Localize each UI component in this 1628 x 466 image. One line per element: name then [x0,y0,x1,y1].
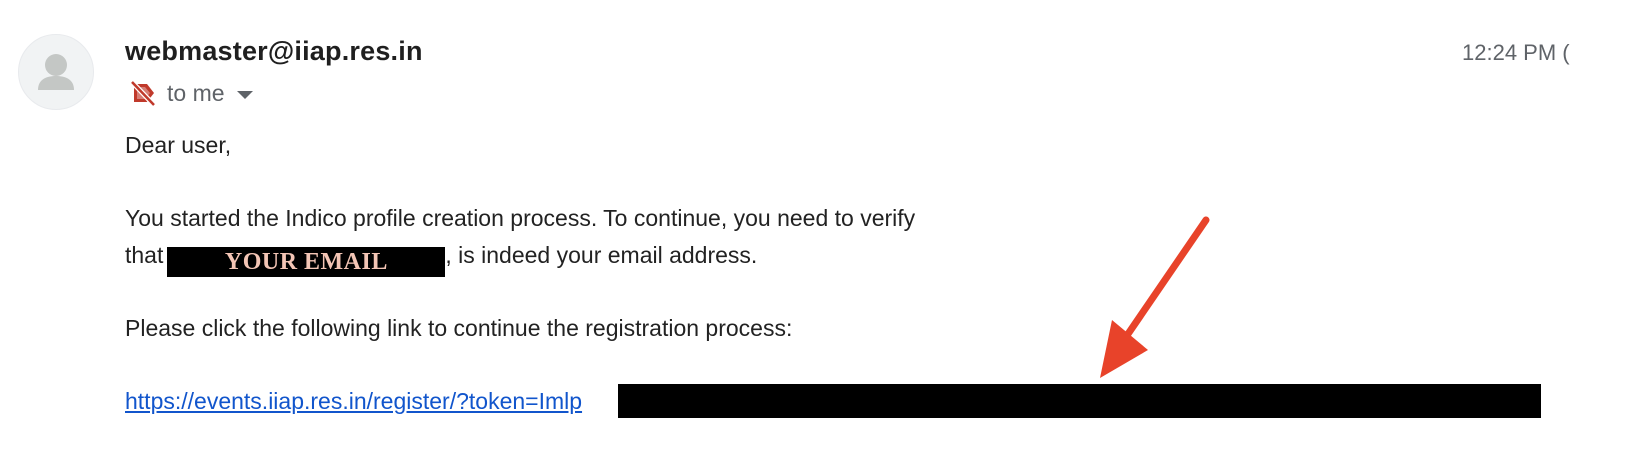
person-icon [38,54,74,90]
recipient-details[interactable]: to me [128,76,253,110]
chevron-down-icon[interactable] [236,90,253,99]
sender-avatar[interactable] [18,34,94,110]
redacted-token-box [618,384,1541,418]
label-off-icon [128,78,158,108]
recipient-label: to me [167,79,225,106]
body-line-2-suffix: , is indeed your email address. [445,242,758,268]
registration-link[interactable]: https://events.iiap.res.in/register/?tok… [125,388,582,415]
arrow-head [1100,320,1148,378]
greeting: Dear user, [125,132,232,158]
arrow-shaft [1124,216,1210,338]
message-timestamp: 12:24 PM ( [1462,40,1570,65]
body-line-1: You started the Indico profile creation … [125,205,916,231]
body-line-2-prefix: that [125,242,164,268]
body-line-2: that YOUR EMAIL, is indeed your email add… [125,242,757,277]
body-line-3: Please click the following link to conti… [125,315,793,341]
annotation-arrow [1100,216,1210,378]
sender-address: webmaster@iiap.res.in [125,36,423,66]
redacted-email-box: YOUR EMAIL [167,247,446,277]
